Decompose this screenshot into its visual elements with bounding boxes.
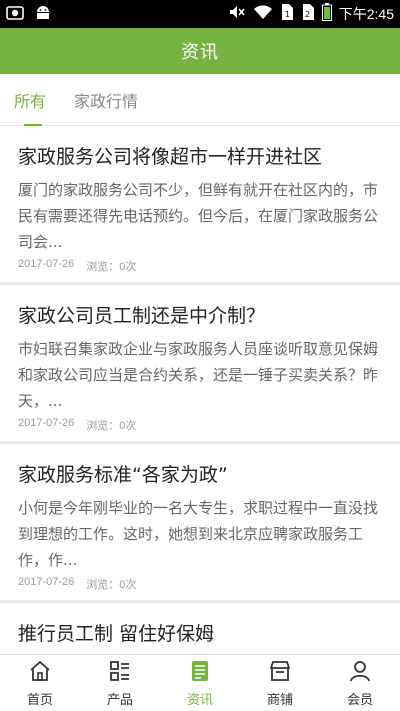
sim2-icon: 2 xyxy=(301,3,315,25)
news-date: 2017-07-26 xyxy=(18,417,75,429)
news-title: 推行员工制 留住好保姆 xyxy=(18,623,215,645)
news-meta: 2017-07-26 浏览：0次 xyxy=(18,417,136,433)
svg-text:1: 1 xyxy=(285,10,290,19)
nav-label: 商铺 xyxy=(266,692,293,708)
nav-label: 产品 xyxy=(106,692,133,708)
product-list-icon xyxy=(108,659,132,689)
news-title: 家政服务标准“各家为政” xyxy=(18,464,228,486)
news-title: 家政公司员工制还是中介制？ xyxy=(18,305,266,327)
nav-label: 会员 xyxy=(346,692,373,708)
status-bar: 1 2 下午2:45 xyxy=(0,0,400,28)
nav-store[interactable]: 商铺 xyxy=(240,655,320,711)
news-title: 家政服务公司将像超市一样开进社区 xyxy=(18,146,323,168)
nav-label: 首页 xyxy=(26,692,53,708)
svg-text:2: 2 xyxy=(305,10,310,19)
list-item[interactable]: 家政服务标准“各家为政” 小何是今年刚毕业的一名大专生，求职过程中一直没找到理想… xyxy=(0,444,400,600)
news-summary: 厦门的家政服务公司不少，但鲜有就开在社区内的，市民有需要还得先电话预约。但今后，… xyxy=(18,181,379,251)
list-item[interactable]: 家政公司员工制还是中介制？ 市妇联召集家政企业与家政服务人员座谈听取意见保姆和家… xyxy=(0,285,400,441)
android-icon xyxy=(34,4,52,26)
news-date: 2017-07-26 xyxy=(18,258,75,270)
nav-home[interactable]: 首页 xyxy=(0,655,80,711)
nav-label: 资讯 xyxy=(186,692,213,708)
news-views: 浏览：0次 xyxy=(86,579,137,591)
news-list[interactable]: 家政服务公司将像超市一样开进社区 厦门的家政服务公司不少，但鲜有就开在社区内的，… xyxy=(0,126,400,654)
store-icon xyxy=(268,659,292,689)
mute-icon xyxy=(228,3,246,25)
page-title: 资讯 xyxy=(181,42,219,63)
news-icon xyxy=(188,659,212,689)
tab-label: 所有 xyxy=(14,92,47,111)
news-meta: 2017-07-26 浏览：0次 xyxy=(18,258,136,274)
bottom-nav: 首页 产品 资讯 商铺 会员 xyxy=(0,654,400,711)
news-summary: 市妇联召集家政企业与家政服务人员座谈听取意见保姆和家政公司应当是合约关系，还是一… xyxy=(18,340,379,410)
tab-bar: 所有 家政行情 xyxy=(0,74,400,127)
list-item[interactable]: 家政服务公司将像超市一样开进社区 厦门的家政服务公司不少，但鲜有就开在社区内的，… xyxy=(0,126,400,282)
news-views: 浏览：0次 xyxy=(86,420,137,432)
news-views: 浏览：0次 xyxy=(86,261,137,273)
nav-products[interactable]: 产品 xyxy=(80,655,160,711)
status-time: 下午2:45 xyxy=(338,6,394,22)
battery-icon xyxy=(321,3,332,25)
sim1-icon: 1 xyxy=(280,3,294,25)
news-date: 2017-07-26 xyxy=(18,576,75,588)
list-item[interactable]: 推行员工制 留住好保姆 xyxy=(0,603,400,654)
tab-all[interactable]: 所有 xyxy=(14,74,47,127)
user-icon xyxy=(348,659,372,689)
tab-label: 家政行情 xyxy=(74,92,139,111)
app-header: 资讯 xyxy=(0,28,400,74)
news-meta: 2017-07-26 浏览：0次 xyxy=(18,576,136,592)
nav-news[interactable]: 资讯 xyxy=(160,655,240,711)
screenshot-icon xyxy=(6,4,24,26)
nav-member[interactable]: 会员 xyxy=(320,655,400,711)
home-icon xyxy=(28,659,52,689)
tab-market[interactable]: 家政行情 xyxy=(74,74,138,126)
wifi-icon xyxy=(253,3,273,25)
news-summary: 小何是今年刚毕业的一名大专生，求职过程中一直没找到理想的工作。这时，她想到来北京… xyxy=(18,499,379,569)
